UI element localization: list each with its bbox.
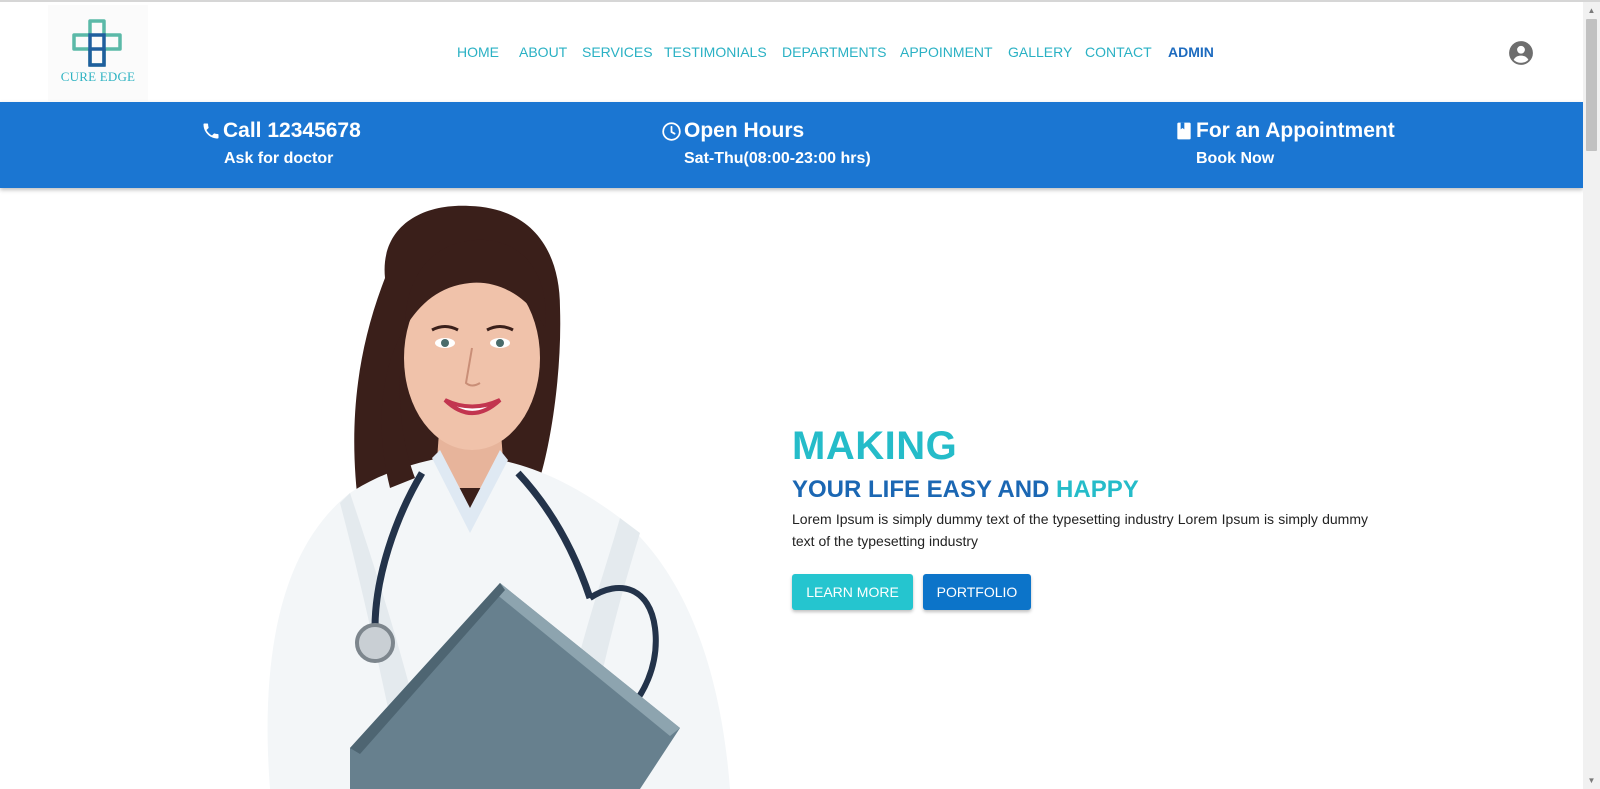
appointment-block[interactable]: For an Appointment Book Now — [1174, 102, 1414, 188]
call-title-text: Call 12345678 — [223, 119, 361, 142]
hero-description: Lorem Ipsum is simply dummy text of the … — [792, 511, 1368, 549]
nav-appoinment[interactable]: APPOINMENT — [900, 44, 993, 60]
info-bar: Call 12345678 Ask for doctor Open Hours … — [0, 102, 1583, 188]
appointment-title: For an Appointment — [1174, 119, 1395, 143]
nav-testimonials[interactable]: TESTIMONIALS — [664, 44, 767, 60]
hours-title-text: Open Hours — [684, 119, 805, 142]
portfolio-button[interactable]: PORTFOLIO — [923, 574, 1031, 610]
learn-more-button[interactable]: LEARN MORE — [792, 574, 913, 610]
hero-subtitle-main: YOUR LIFE EASY AND — [792, 476, 1050, 503]
hero-subtitle-accent: HAPPY — [1056, 476, 1139, 503]
nav-departments[interactable]: DEPARTMENTS — [782, 44, 887, 60]
page: CURE EDGE HOME ABOUT SERVICES TESTIMONIA… — [0, 0, 1600, 789]
nav-gallery[interactable]: GALLERY — [1008, 44, 1072, 60]
nav-home[interactable]: HOME — [457, 44, 499, 60]
phone-icon — [203, 123, 219, 139]
nav-contact[interactable]: CONTACT — [1085, 44, 1152, 60]
scroll-thumb[interactable] — [1586, 19, 1597, 151]
account-circle-icon[interactable] — [1508, 40, 1534, 66]
nav-about[interactable]: ABOUT — [519, 44, 567, 60]
nav-admin[interactable]: ADMIN — [1168, 44, 1214, 60]
hero-subtitle: YOUR LIFE EASY AND HAPPY — [792, 476, 1139, 504]
main-nav: HOME ABOUT SERVICES TESTIMONIALS DEPARTM… — [0, 44, 1583, 64]
hours-title: Open Hours — [661, 119, 804, 143]
hero-title: MAKING — [792, 424, 958, 468]
logo-text: CURE EDGE — [60, 69, 136, 84]
header: CURE EDGE HOME ABOUT SERVICES TESTIMONIA… — [0, 2, 1583, 102]
call-subtitle: Ask for doctor — [224, 150, 334, 167]
vertical-scrollbar[interactable]: ▲ ▼ — [1583, 2, 1600, 789]
hours-subtitle: Sat-Thu(08:00-23:00 hrs) — [684, 150, 871, 167]
clock-icon — [662, 121, 681, 141]
hours-block: Open Hours Sat-Thu(08:00-23:00 hrs) — [661, 102, 921, 188]
scroll-down-arrow-icon[interactable]: ▼ — [1583, 772, 1600, 789]
call-block[interactable]: Call 12345678 Ask for doctor — [201, 102, 401, 188]
appointment-title-text: For an Appointment — [1196, 119, 1395, 142]
book-icon — [1177, 122, 1191, 140]
scroll-up-arrow-icon[interactable]: ▲ — [1583, 2, 1600, 19]
nav-services[interactable]: SERVICES — [582, 44, 653, 60]
doctor-hero-image — [267, 205, 730, 789]
call-title: Call 12345678 — [201, 119, 361, 143]
appointment-subtitle[interactable]: Book Now — [1196, 150, 1274, 168]
